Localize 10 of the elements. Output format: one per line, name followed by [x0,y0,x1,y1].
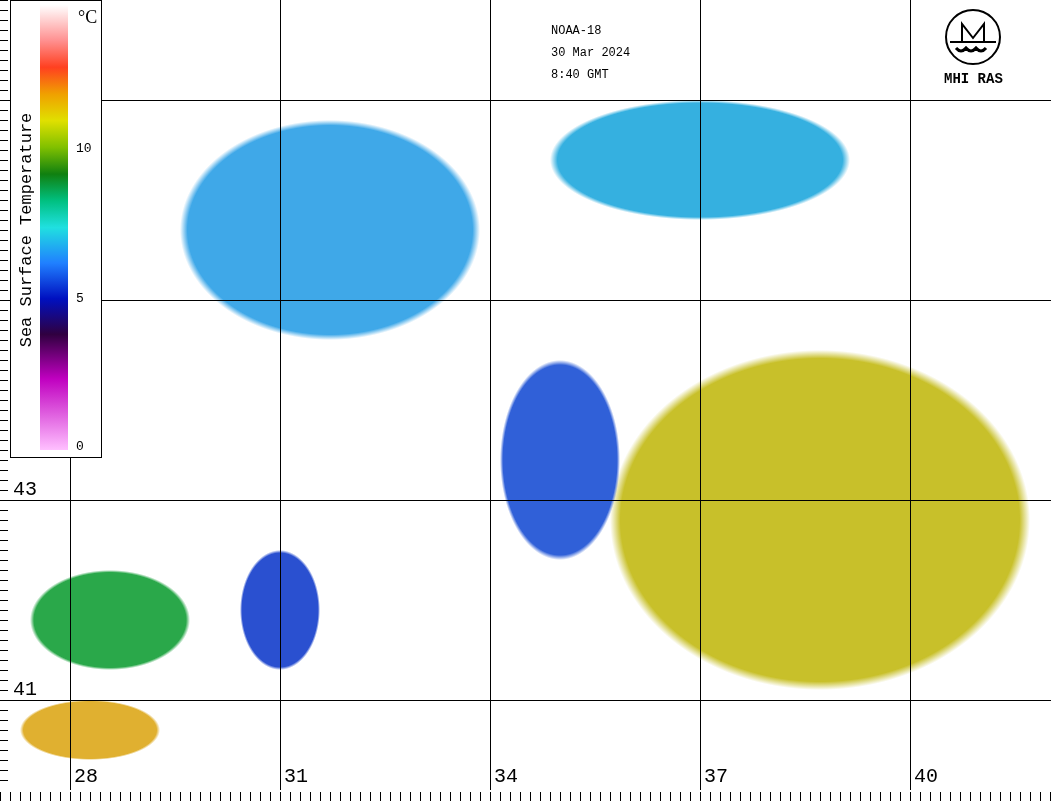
logo-text: MHI RAS [944,70,1003,89]
image-date: 30 Mar 2024 [551,45,631,62]
image-time: 8:40 GMT [551,67,610,84]
satellite-name: NOAA-18 [551,23,603,40]
colorbar-tick-label: 0 [76,440,84,453]
colorbar-tick-label: 10 [76,142,92,155]
colorbar-tick-label: 5 [76,292,84,305]
unit-label: °C [78,6,98,29]
logo-icon [944,8,1003,66]
colorbar-title: Sea Surface Temperature [16,112,38,348]
